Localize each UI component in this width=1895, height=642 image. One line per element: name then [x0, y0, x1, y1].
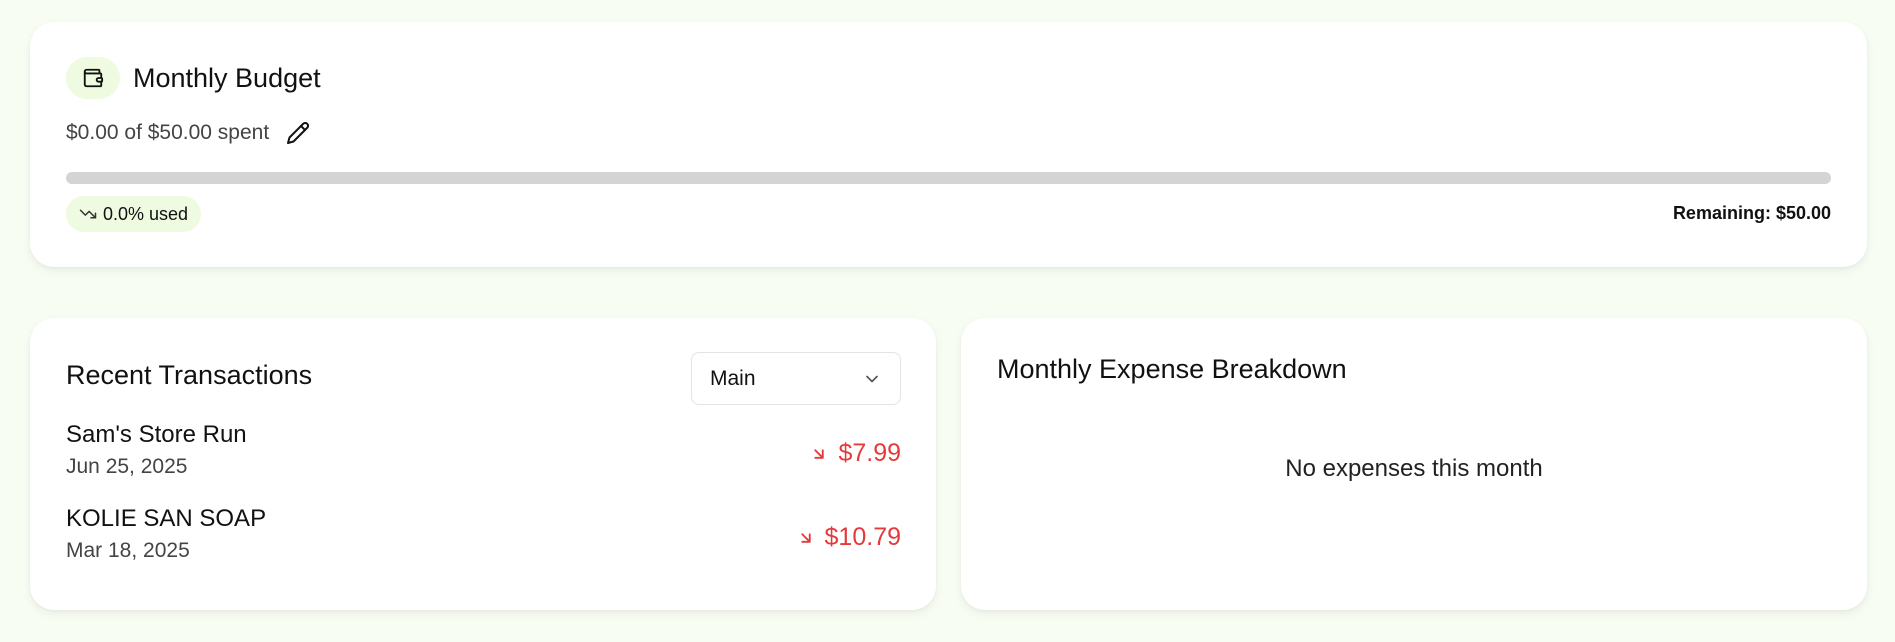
recent-transactions-card: Recent Transactions Main Sam's Store Run… [30, 318, 936, 610]
trend-down-icon [79, 209, 97, 219]
account-select-value: Main [710, 366, 756, 390]
transaction-amount-value: $7.99 [838, 439, 901, 467]
transaction-amount-value: $10.79 [824, 523, 901, 551]
monthly-budget-card: Monthly Budget $0.00 of $50.00 spent 0.0… [30, 22, 1867, 267]
transactions-list: Sam's Store Run Jun 25, 2025 $7.99 KOLIE… [66, 421, 901, 589]
edit-budget-button[interactable] [283, 118, 313, 148]
budget-remaining-text: Remaining: $50.00 [1672, 203, 1831, 223]
transaction-amount: $7.99 [810, 439, 901, 468]
budget-spent-text: $0.00 of $50.00 spent [66, 121, 270, 144]
transaction-amount: $10.79 [797, 523, 901, 552]
budget-used-badge: 0.0% used [66, 196, 202, 232]
budget-used-text: 0.0% used [103, 203, 189, 224]
transaction-row[interactable]: Sam's Store Run Jun 25, 2025 $7.99 [66, 421, 901, 505]
transaction-date: Mar 18, 2025 [66, 539, 190, 562]
account-select[interactable]: Main [691, 352, 901, 405]
wallet-icon [66, 57, 120, 99]
breakdown-empty-message: No expenses this month [1285, 455, 1543, 482]
transaction-name: KOLIE SAN SOAP [66, 505, 267, 532]
arrow-down-right-icon [814, 448, 825, 459]
chevron-down-icon [866, 375, 878, 382]
pencil-icon [287, 122, 310, 144]
transactions-title: Recent Transactions [66, 360, 313, 390]
transaction-name: Sam's Store Run [66, 421, 247, 448]
breakdown-title: Monthly Expense Breakdown [997, 354, 1347, 384]
transaction-date: Jun 25, 2025 [66, 455, 188, 478]
budget-spent-row: $0.00 of $50.00 spent [66, 118, 313, 148]
budget-title: Monthly Budget [133, 62, 321, 93]
budget-progress-bar [66, 172, 1831, 184]
budget-title-row: Monthly Budget [66, 57, 321, 99]
expense-breakdown-card: Monthly Expense Breakdown No expenses th… [961, 318, 1867, 610]
arrow-down-right-icon [800, 532, 811, 543]
transaction-row[interactable]: KOLIE SAN SOAP Mar 18, 2025 $10.79 [66, 505, 901, 589]
